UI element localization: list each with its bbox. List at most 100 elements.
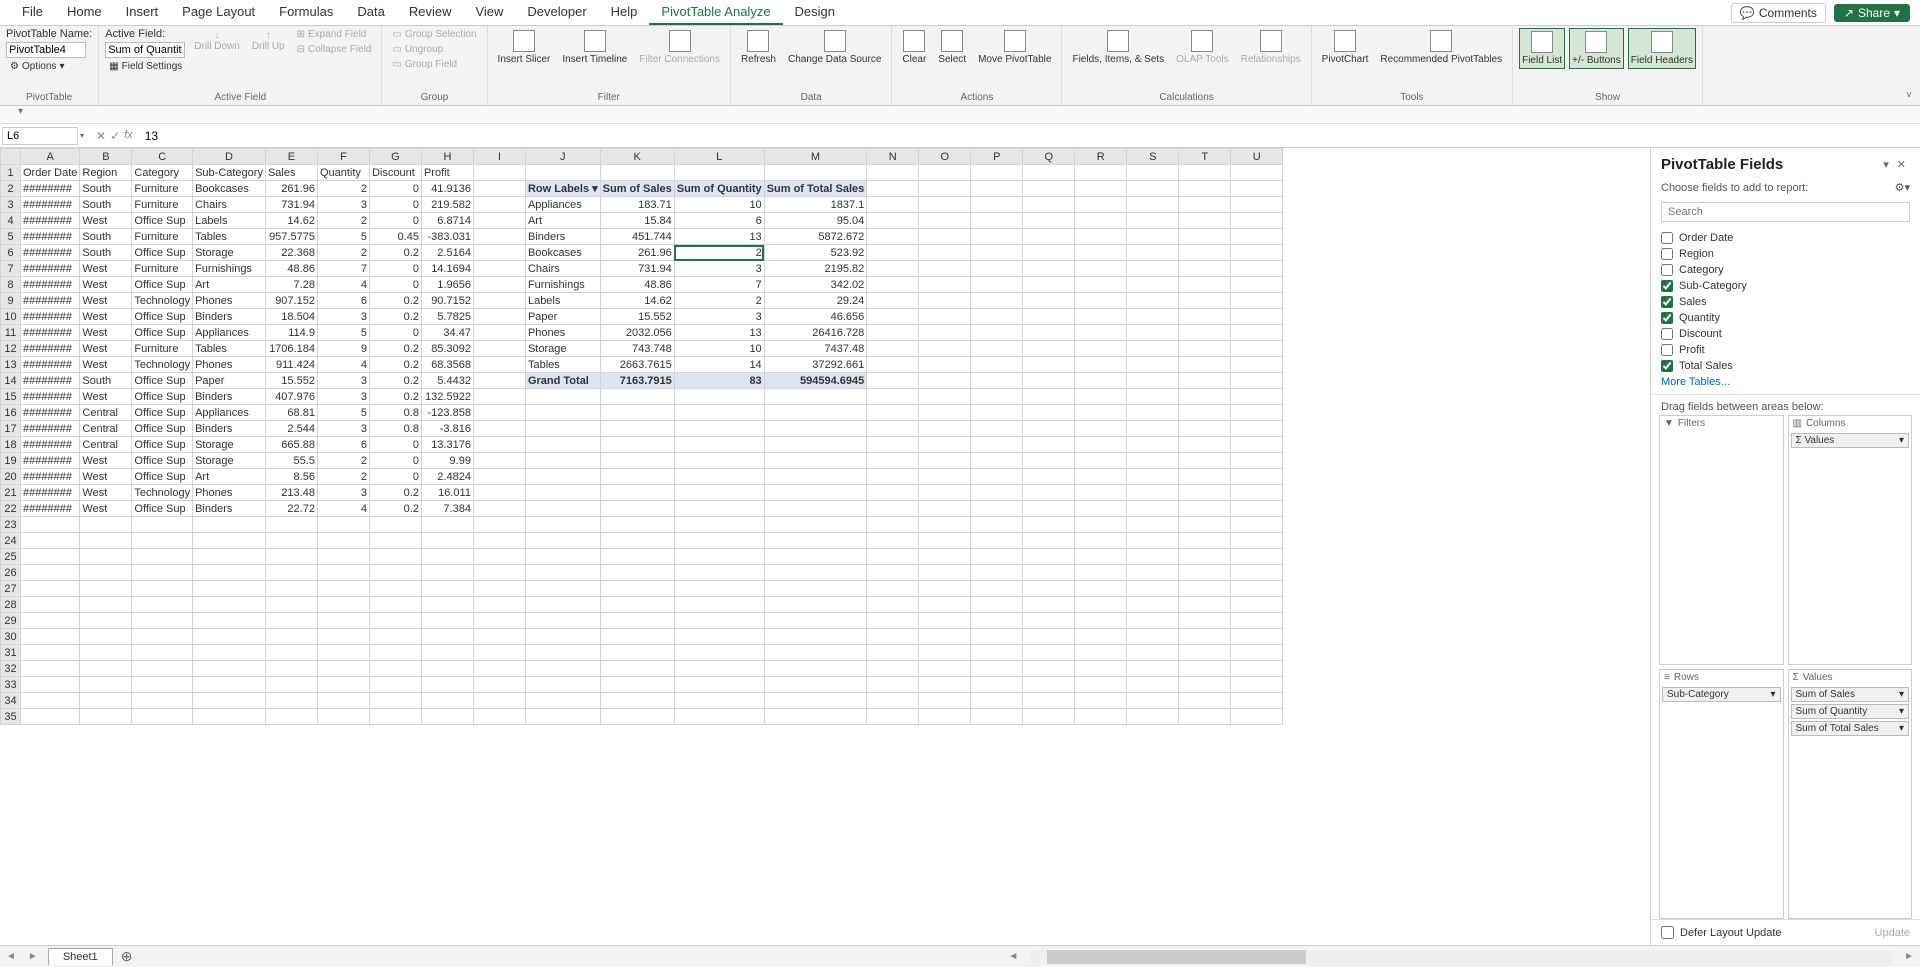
row-header-4[interactable]: 4 (1, 213, 21, 229)
cell[interactable] (1127, 629, 1179, 645)
pivot-cell[interactable]: 14 (674, 357, 764, 373)
field-check-profit[interactable]: Profit (1661, 342, 1910, 358)
row-header-33[interactable]: 33 (1, 677, 21, 693)
cell[interactable] (919, 197, 971, 213)
cell[interactable]: 2 (317, 245, 369, 261)
cell[interactable] (193, 645, 266, 661)
pivot-row-label[interactable]: Chairs (525, 261, 600, 277)
cell[interactable] (369, 597, 421, 613)
cell[interactable] (867, 181, 919, 197)
cell[interactable] (525, 693, 600, 709)
cell[interactable] (525, 549, 600, 565)
col-header-Q[interactable]: Q (1023, 149, 1075, 165)
spreadsheet-grid[interactable]: ABCDEFGHIJKLMNOPQRSTU1Order DateRegionCa… (0, 148, 1283, 725)
cell[interactable] (600, 629, 674, 645)
cell[interactable] (867, 629, 919, 645)
cell[interactable] (421, 645, 473, 661)
cell[interactable] (971, 581, 1023, 597)
cell[interactable] (764, 405, 867, 421)
cell[interactable] (764, 645, 867, 661)
cell[interactable] (21, 517, 80, 533)
cell[interactable] (421, 613, 473, 629)
cell[interactable]: 957.5775 (265, 229, 317, 245)
cell[interactable] (971, 277, 1023, 293)
cell[interactable] (1127, 517, 1179, 533)
cell[interactable] (867, 325, 919, 341)
field-list-button[interactable]: Field List (1519, 28, 1565, 69)
cell[interactable] (1231, 613, 1283, 629)
cell[interactable] (80, 629, 132, 645)
cell[interactable]: South (80, 245, 132, 261)
cell[interactable] (1075, 453, 1127, 469)
cell[interactable] (1075, 469, 1127, 485)
cell[interactable] (919, 565, 971, 581)
cell[interactable] (1127, 421, 1179, 437)
cell[interactable] (1075, 533, 1127, 549)
cell[interactable]: ######## (21, 325, 80, 341)
cell[interactable] (764, 421, 867, 437)
cell[interactable]: Office Sup (132, 389, 193, 405)
pivot-grand-total-cell[interactable]: 83 (674, 373, 764, 389)
cell[interactable] (1075, 245, 1127, 261)
cell[interactable]: Order Date (21, 165, 80, 181)
cell[interactable] (193, 693, 266, 709)
cell[interactable] (1179, 405, 1231, 421)
comments-button[interactable]: 💬Comments (1731, 3, 1826, 23)
cell[interactable] (919, 341, 971, 357)
cell[interactable]: West (80, 277, 132, 293)
cell[interactable] (525, 661, 600, 677)
cell[interactable]: 6 (317, 293, 369, 309)
cell[interactable] (317, 693, 369, 709)
cell[interactable] (674, 405, 764, 421)
cell[interactable] (1231, 389, 1283, 405)
cell[interactable] (369, 581, 421, 597)
cell[interactable] (473, 373, 525, 389)
cell[interactable] (265, 645, 317, 661)
cell[interactable]: 1706.184 (265, 341, 317, 357)
cell[interactable] (764, 453, 867, 469)
cell[interactable]: 0.2 (369, 389, 421, 405)
cell[interactable] (919, 453, 971, 469)
cell[interactable] (600, 565, 674, 581)
cell[interactable] (764, 501, 867, 517)
pivot-cell[interactable]: 342.02 (764, 277, 867, 293)
field-checkbox[interactable] (1661, 280, 1673, 292)
field-settings-button[interactable]: ▦Field Settings (105, 60, 186, 73)
cell[interactable] (369, 709, 421, 725)
cell[interactable]: Binders (193, 501, 266, 517)
cell[interactable] (80, 645, 132, 661)
cell[interactable] (1179, 709, 1231, 725)
cell[interactable] (1075, 229, 1127, 245)
cell[interactable] (971, 661, 1023, 677)
cell[interactable] (600, 613, 674, 629)
cell[interactable] (1075, 421, 1127, 437)
cell[interactable]: Technology (132, 357, 193, 373)
cell[interactable]: ######## (21, 421, 80, 437)
cell[interactable]: Binders (193, 421, 266, 437)
cell[interactable]: Furniture (132, 229, 193, 245)
cell[interactable]: 0 (369, 469, 421, 485)
cell[interactable]: 14.1694 (421, 261, 473, 277)
pivot-sum-qty-header[interactable]: Sum of Quantity (674, 181, 764, 197)
cell[interactable] (1075, 597, 1127, 613)
cell[interactable] (1231, 277, 1283, 293)
cell[interactable]: 1.9656 (421, 277, 473, 293)
cell[interactable]: ######## (21, 469, 80, 485)
cell[interactable] (764, 597, 867, 613)
hscroll-thumb[interactable] (1047, 950, 1306, 964)
cell[interactable]: 8.56 (265, 469, 317, 485)
cell[interactable] (971, 469, 1023, 485)
pivot-cell[interactable]: 1837.1 (764, 197, 867, 213)
cell[interactable] (919, 245, 971, 261)
cell[interactable]: 2 (317, 213, 369, 229)
cell[interactable] (674, 437, 764, 453)
cell[interactable] (317, 533, 369, 549)
cell[interactable]: ######## (21, 197, 80, 213)
cell[interactable]: 5.4432 (421, 373, 473, 389)
ribbon-tab-developer[interactable]: Developer (515, 0, 598, 25)
cell[interactable] (764, 693, 867, 709)
cell[interactable] (919, 677, 971, 693)
move-pivottable-button[interactable]: Move PivotTable (974, 28, 1055, 67)
row-header-14[interactable]: 14 (1, 373, 21, 389)
cell[interactable] (80, 597, 132, 613)
